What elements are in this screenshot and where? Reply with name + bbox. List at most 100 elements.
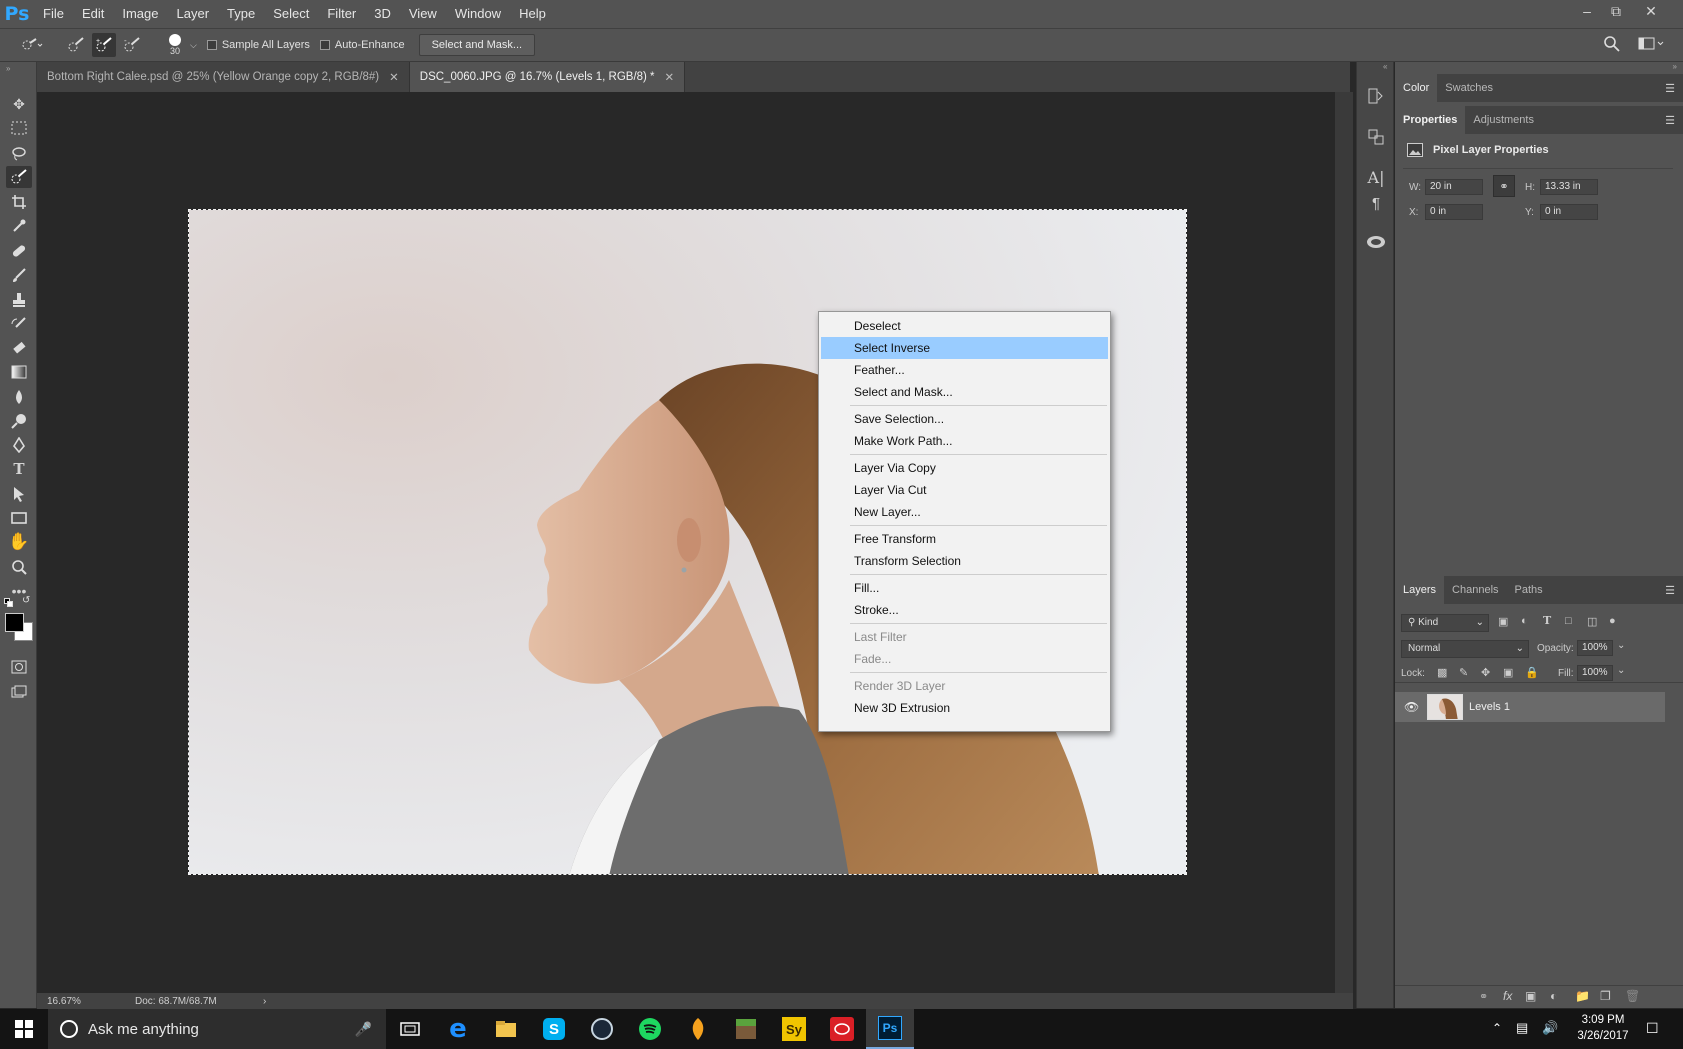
task-view-icon[interactable] — [386, 1009, 434, 1049]
tab-channels[interactable]: Channels — [1444, 576, 1506, 604]
y-field[interactable]: 0 in — [1540, 204, 1598, 220]
collapse-toolbar-icon[interactable]: » — [6, 64, 10, 73]
menu-item-deselect[interactable]: Deselect — [821, 315, 1108, 337]
restore-icon[interactable]: ⧉ — [1602, 0, 1630, 22]
start-button[interactable] — [0, 1009, 48, 1049]
screen-mode-icon[interactable] — [6, 681, 32, 703]
tab-swatches[interactable]: Swatches — [1437, 74, 1501, 102]
menu-view[interactable]: View — [400, 0, 446, 28]
photoshop-taskbar-icon[interactable]: Ps — [866, 1009, 914, 1049]
tab-paths[interactable]: Paths — [1507, 576, 1551, 604]
cortana-search-box[interactable]: Ask me anything 🎤 — [48, 1009, 386, 1049]
filter-shape-icon[interactable]: □ — [1565, 615, 1572, 627]
menu-item-layer-via-cut[interactable]: Layer Via Cut — [821, 479, 1108, 501]
close-tab-icon[interactable]: ✕ — [665, 70, 675, 84]
filter-pixel-icon[interactable]: ▣ — [1498, 615, 1508, 628]
action-center-icon[interactable]: ☐ — [1646, 1020, 1659, 1037]
default-colors-icon[interactable] — [4, 598, 13, 607]
search-icon[interactable] — [1603, 35, 1621, 56]
pen-tool-icon[interactable] — [6, 434, 32, 456]
cc-libraries-icon[interactable] — [1364, 231, 1388, 253]
menu-3d[interactable]: 3D — [365, 0, 400, 28]
gradient-tool-icon[interactable] — [6, 361, 32, 383]
hand-tool-icon[interactable]: ✋ — [6, 531, 32, 553]
brush-tool-icon[interactable] — [6, 264, 32, 286]
blend-mode-select[interactable]: Normal ⌄ — [1401, 640, 1529, 658]
menu-filter[interactable]: Filter — [318, 0, 365, 28]
height-field[interactable]: 13.33 in — [1540, 179, 1598, 195]
chevron-down-icon[interactable]: ⌄ — [1617, 665, 1625, 676]
panel-menu-icon[interactable]: ☰ — [1665, 82, 1675, 95]
menu-item-make-work-path[interactable]: Make Work Path... — [821, 430, 1108, 452]
synfig-icon[interactable]: Sy — [770, 1009, 818, 1049]
blur-tool-icon[interactable] — [6, 386, 32, 408]
menu-edit[interactable]: Edit — [73, 0, 113, 28]
new-selection-icon[interactable] — [64, 33, 88, 57]
lock-all-icon[interactable]: 🔒 — [1525, 666, 1539, 679]
filter-smart-object-icon[interactable]: ◫ — [1587, 615, 1597, 628]
chevron-down-icon[interactable]: ⌄ — [1617, 640, 1625, 651]
volume-icon[interactable]: 🔊 — [1542, 1020, 1558, 1036]
microphone-icon[interactable]: 🎤 — [355, 1021, 372, 1038]
history-brush-tool-icon[interactable] — [6, 313, 32, 335]
menu-select[interactable]: Select — [264, 0, 318, 28]
menu-layer[interactable]: Layer — [168, 0, 219, 28]
link-dimensions-icon[interactable]: ⚭ — [1493, 175, 1515, 197]
new-layer-icon[interactable]: ❐ — [1600, 989, 1611, 1003]
menu-image[interactable]: Image — [113, 0, 167, 28]
filter-kind-select[interactable]: ⚲ Kind ⌄ — [1401, 614, 1489, 632]
menu-item-fill[interactable]: Fill... — [821, 577, 1108, 599]
collapse-panels-icon[interactable]: » — [1673, 62, 1677, 71]
layer-name[interactable]: Levels 1 — [1469, 701, 1510, 713]
dodge-tool-icon[interactable] — [6, 410, 32, 432]
x-field[interactable]: 0 in — [1425, 204, 1483, 220]
chevron-down-icon[interactable]: ⌵ — [190, 40, 197, 51]
menu-item-new-layer[interactable]: New Layer... — [821, 501, 1108, 523]
menu-item-transform-selection[interactable]: Transform Selection — [821, 550, 1108, 572]
filter-type-icon[interactable]: T — [1543, 614, 1551, 627]
tab-properties[interactable]: Properties — [1395, 106, 1466, 134]
opacity-field[interactable]: 100% — [1577, 640, 1613, 656]
link-layers-icon[interactable]: ⚭ — [1479, 990, 1488, 1003]
layer-row[interactable]: 👁 Levels 1 — [1395, 692, 1665, 722]
zoom-level[interactable]: 16.67% — [47, 996, 107, 1007]
status-arrow-icon[interactable]: › — [263, 996, 266, 1007]
minimize-icon[interactable]: – — [1573, 0, 1601, 22]
menu-item-select-and-mask[interactable]: Select and Mask... — [821, 381, 1108, 403]
add-to-selection-icon[interactable]: + — [92, 33, 116, 57]
adjustment-layer-icon[interactable]: ◐ — [1550, 989, 1557, 1003]
tab-adjustments[interactable]: Adjustments — [1465, 106, 1542, 134]
foreground-color-swatch[interactable] — [5, 613, 24, 632]
lock-image-icon[interactable]: ✎ — [1459, 666, 1468, 679]
add-mask-icon[interactable]: ▣ — [1525, 989, 1536, 1003]
select-and-mask-button[interactable]: Select and Mask... — [418, 34, 536, 56]
menu-file[interactable]: File — [34, 0, 73, 28]
menu-help[interactable]: Help — [510, 0, 555, 28]
file-explorer-icon[interactable] — [482, 1009, 530, 1049]
vertical-scrollbar[interactable] — [1335, 92, 1353, 993]
filter-toggle-icon[interactable]: ● — [1609, 615, 1616, 627]
menu-item-layer-via-copy[interactable]: Layer Via Copy — [821, 457, 1108, 479]
history-panel-icon[interactable] — [1364, 85, 1388, 107]
network-icon[interactable]: ▤ — [1516, 1020, 1528, 1036]
eyedropper-tool-icon[interactable] — [6, 215, 32, 237]
show-hidden-icons-icon[interactable]: ⌃ — [1492, 1021, 1502, 1035]
sample-all-layers-checkbox[interactable]: Sample All Layers — [206, 39, 310, 51]
spotify-icon[interactable] — [626, 1009, 674, 1049]
zoom-tool-icon[interactable] — [6, 556, 32, 578]
close-window-icon[interactable]: ✕ — [1637, 0, 1665, 22]
move-tool-icon[interactable]: ✥ — [6, 93, 32, 115]
eraser-tool-icon[interactable] — [6, 337, 32, 359]
paragraph-panel-icon[interactable]: ¶ — [1364, 192, 1388, 214]
visibility-eye-icon[interactable]: 👁 — [1404, 700, 1419, 714]
steam-icon[interactable] — [578, 1009, 626, 1049]
rectangle-tool-icon[interactable] — [6, 507, 32, 529]
menu-item-stroke[interactable]: Stroke... — [821, 599, 1108, 621]
skype-icon[interactable]: S — [530, 1009, 578, 1049]
menu-window[interactable]: Window — [446, 0, 510, 28]
auto-enhance-checkbox[interactable]: Auto-Enhance — [319, 39, 405, 51]
character-panel-icon[interactable]: A| — [1364, 166, 1388, 188]
menu-item-feather[interactable]: Feather... — [821, 359, 1108, 381]
menu-item-free-transform[interactable]: Free Transform — [821, 528, 1108, 550]
swap-colors-icon[interactable]: ↺ — [22, 595, 30, 606]
